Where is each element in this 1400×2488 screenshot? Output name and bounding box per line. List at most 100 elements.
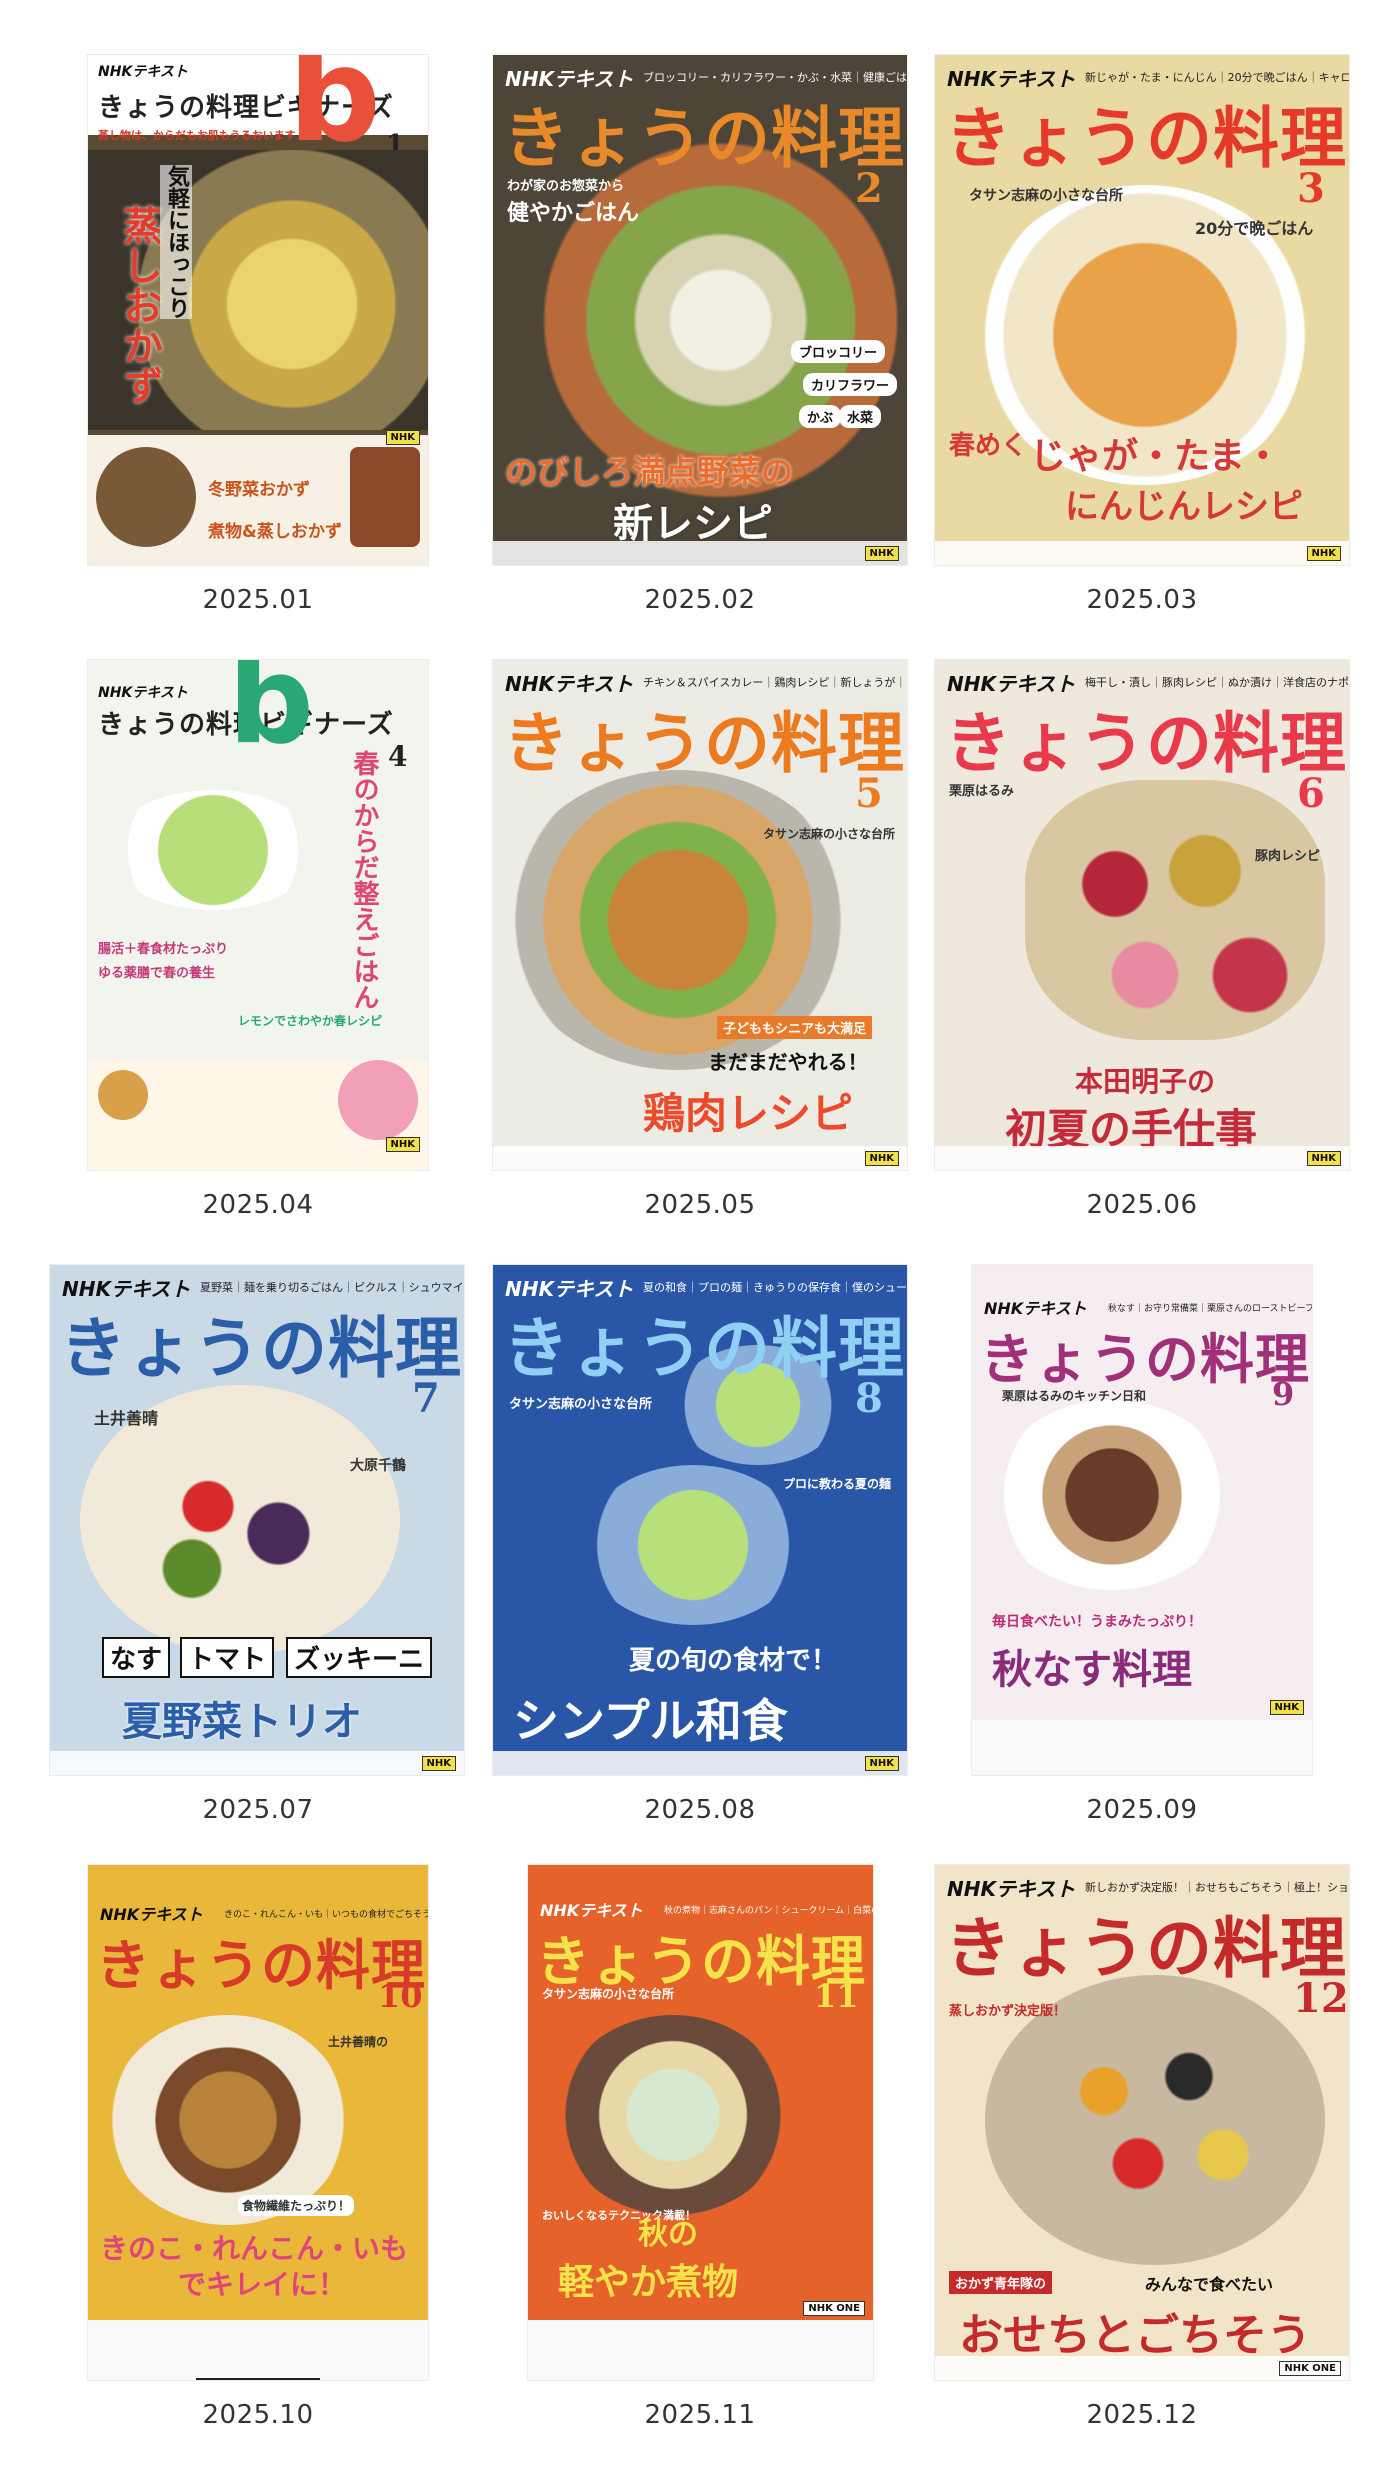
cover-tags: 新しおかず決定版！｜おせちもごちそう｜極上！ショートケーキ [1085, 1881, 1349, 1894]
cover-month: 11 [814, 1977, 859, 2015]
cover-thumb [338, 1060, 418, 1140]
cover-month: 10 [378, 1977, 423, 2015]
cover-photo [992, 1400, 1232, 1590]
cover-nhk-badge: NHK [864, 1151, 899, 1166]
magazine-cover-2025-11[interactable]: NHKテキスト 秋の煮物｜志麻さんのパン｜シュークリーム｜白菜の手仕事 きょうの… [528, 1865, 873, 2380]
cover-title: きょうの料理 [945, 704, 1347, 782]
magazine-cover-2025-06[interactable]: NHKテキスト 梅干し・漬し｜豚肉レシピ｜ぬか漬け｜洋食店のナポリタン きょうの… [935, 660, 1349, 1170]
cover-title: きょうの料理 [96, 1933, 426, 1997]
cover-label: ズッキーニ [286, 1637, 433, 1678]
cover-sub-2: 健やかごはん [507, 201, 640, 226]
cover-headline: のびしろ満点野菜の [505, 453, 794, 491]
cover-tags: 秋なす｜お守り常備菜｜栗原さんのローストビーフ｜おはぎ [1108, 1304, 1312, 1314]
cover-sub-1: タサン志麻の小さな台所 [969, 188, 1123, 204]
cover-label: なす [102, 1637, 171, 1678]
magazine-cover-2025-08[interactable]: NHKテキスト 夏の和食｜プロの麺｜きゅうりの保存食｜僕のシューマイ きょうの料… [493, 1265, 907, 1775]
cover-sub-1: 冬野菜おかず [208, 480, 310, 500]
cover-sub-2: 毎日食べたい！うまみたっぷり！ [992, 1614, 1202, 1630]
cover-sub-1: タサン志麻の小さな台所 [542, 1987, 675, 2001]
cover-headline: 秋なす料理 [992, 1647, 1192, 1693]
cover-photo [108, 790, 318, 910]
cover-tags: ブロッコリー・カリフラワー・かぶ・水菜｜健康ごはん｜シューマイ [643, 71, 907, 84]
cover-month: 3 [1297, 165, 1325, 212]
cover-nhk-badge: NHK [864, 546, 899, 561]
cover-sub-3: レモンでさわやか春レシピ [238, 1014, 383, 1028]
cover-caption[interactable]: 2025.12 [922, 2400, 1362, 2430]
cover-caption[interactable]: 2025.09 [922, 1795, 1362, 1825]
magazine-cover-2025-10[interactable]: NHKテキスト きのこ・れんこん・いも｜いつもの食材でごちそう｜干し柿 きょうの… [88, 1865, 428, 2380]
cover-caption[interactable]: 2025.07 [38, 1795, 478, 1825]
cover-footer [935, 1146, 1349, 1170]
cover-sub-2: 煮物&蒸しおかず [208, 522, 342, 542]
cover-label: かぶ [799, 405, 842, 428]
cover-caption[interactable]: 2025.11 [480, 2400, 920, 2430]
cover-title: きょうの料理 [503, 99, 905, 177]
cover-photo [1025, 780, 1325, 1040]
cover-headline: シンプル和食 [513, 1694, 788, 1748]
cover-sub-1: タサン志麻の小さな台所 [509, 1397, 653, 1412]
cover-tags: チキン＆スパイスカレー｜鶏肉レシピ｜新しょうが｜あんパン [643, 676, 907, 689]
magazine-grid: NHKテキスト きょうの料理ビギナーズ b 1 蒸し物は、からだもお肌もうるおい… [0, 0, 1400, 2488]
magazine-cover-2025-02[interactable]: NHKテキスト ブロッコリー・カリフラワー・かぶ・水菜｜健康ごはん｜シューマイ … [493, 55, 907, 565]
cover-footer [493, 1751, 907, 1775]
cover-tags: 梅干し・漬し｜豚肉レシピ｜ぬか漬け｜洋食店のナポリタン [1085, 676, 1349, 689]
cover-nhk-badge: NHK ONE [1279, 2361, 1341, 2376]
cover-caption[interactable]: 2025.05 [480, 1190, 920, 1220]
cover-nhk-badge: NHK [1306, 1151, 1341, 1166]
magazine-cover-2025-05[interactable]: NHKテキスト チキン＆スパイスカレー｜鶏肉レシピ｜新しょうが｜あんパン きょう… [493, 660, 907, 1170]
cover-tags: 秋の煮物｜志麻さんのパン｜シュークリーム｜白菜の手仕事 [664, 1906, 873, 1916]
cover-nhk-badge: NHK [385, 430, 420, 445]
cover-headline-2: 夏の旬の食材で！ [629, 1646, 838, 1676]
cover-sub-2: ゆる薬膳で春の養生 [98, 966, 216, 981]
cover-photo [558, 2015, 788, 2215]
cover-headline-2: 本田明子の [1075, 1065, 1216, 1098]
cover-label: 水菜 [839, 405, 882, 428]
magazine-cover-2025-01[interactable]: NHKテキスト きょうの料理ビギナーズ b 1 蒸し物は、からだもお肌もうるおい… [88, 55, 428, 565]
cover-photo [583, 1465, 803, 1625]
cover-footer [493, 541, 907, 565]
cover-title: きょうの料理 [503, 1309, 905, 1387]
cover-lead: 春めく [949, 431, 1028, 461]
cover-sub-1: 土井善晴の [328, 2035, 389, 2049]
magazine-cover-2025-04[interactable]: NHKテキスト きょうの料理ビギナーズ b 4 春のからだ整えごはん 腸活＋春食… [88, 660, 428, 1170]
cover-sub-2: 豚肉レシピ [1255, 849, 1321, 864]
cover-sub-1: 栗原はるみ [949, 784, 1015, 799]
cover-headline-2: 気軽にほっこり [160, 165, 192, 319]
magazine-cover-2025-09[interactable]: NHKテキスト 秋なす｜お守り常備菜｜栗原さんのローストビーフ｜おはぎ きょうの… [972, 1265, 1312, 1775]
cover-month: 6 [1297, 770, 1325, 817]
cover-publisher: NHKテキスト [98, 685, 188, 701]
cover-nhk-badge: NHK [421, 1756, 456, 1771]
cover-thumb [98, 1070, 148, 1120]
magazine-cover-2025-12[interactable]: NHKテキスト 新しおかず決定版！｜おせちもごちそう｜極上！ショートケーキ きょ… [935, 1865, 1349, 2380]
cover-sub-1: わが家のお惣菜から [507, 179, 625, 194]
cover-photo [108, 2015, 348, 2225]
cover-sub-2: 食物繊維たっぷり！ [238, 2195, 355, 2216]
cover-label: トマト [180, 1637, 275, 1678]
cover-sub-2: 大原千鶴 [350, 1458, 406, 1474]
cover-caption[interactable]: 2025.08 [480, 1795, 920, 1825]
cover-headline: きのこ・れんこん・いも [100, 2232, 409, 2265]
cover-sub-2: プロに教わる夏の麺 [783, 1477, 892, 1491]
cover-title: きょうの料理 [503, 704, 905, 782]
cover-caption[interactable]: 2025.10 [38, 2400, 478, 2430]
cover-caption[interactable]: 2025.04 [38, 1190, 478, 1220]
cover-caption[interactable]: 2025.02 [480, 585, 920, 615]
cover-footer [493, 1146, 907, 1170]
cover-headline: おせちとごちそう [959, 2310, 1311, 2361]
cover-nhk-badge: NHK ONE [803, 2301, 865, 2316]
cover-headline: じゃが・たま・ [1030, 436, 1281, 477]
cover-tagline: 蒸し物は、からだもお肌もうるおいます [98, 129, 296, 142]
cover-b-mark: b [228, 660, 314, 771]
cover-thumb [96, 447, 196, 547]
cover-footer [50, 1751, 464, 1775]
cover-caption[interactable]: 2025.06 [922, 1190, 1362, 1220]
cover-caption[interactable]: 2025.03 [922, 585, 1362, 615]
cover-headline: 鶏肉レシピ [643, 1089, 854, 1138]
cover-title: きょうの料理 [945, 1909, 1347, 1987]
magazine-cover-2025-07[interactable]: NHKテキスト 夏野菜｜麺を乗り切るごはん｜ピクルス｜シュウマイ きょうの料理 … [50, 1265, 464, 1775]
magazine-cover-2025-03[interactable]: NHKテキスト 新じゃが・たま・にんじん｜20分で晩ごはん｜キャロットケーキ き… [935, 55, 1349, 565]
cover-caption[interactable]: 2025.01 [38, 585, 478, 615]
cover-footer [935, 541, 1349, 565]
cover-title: きょうの料理 [60, 1309, 462, 1387]
cover-tags: 新じゃが・たま・にんじん｜20分で晩ごはん｜キャロットケーキ [1085, 71, 1349, 84]
